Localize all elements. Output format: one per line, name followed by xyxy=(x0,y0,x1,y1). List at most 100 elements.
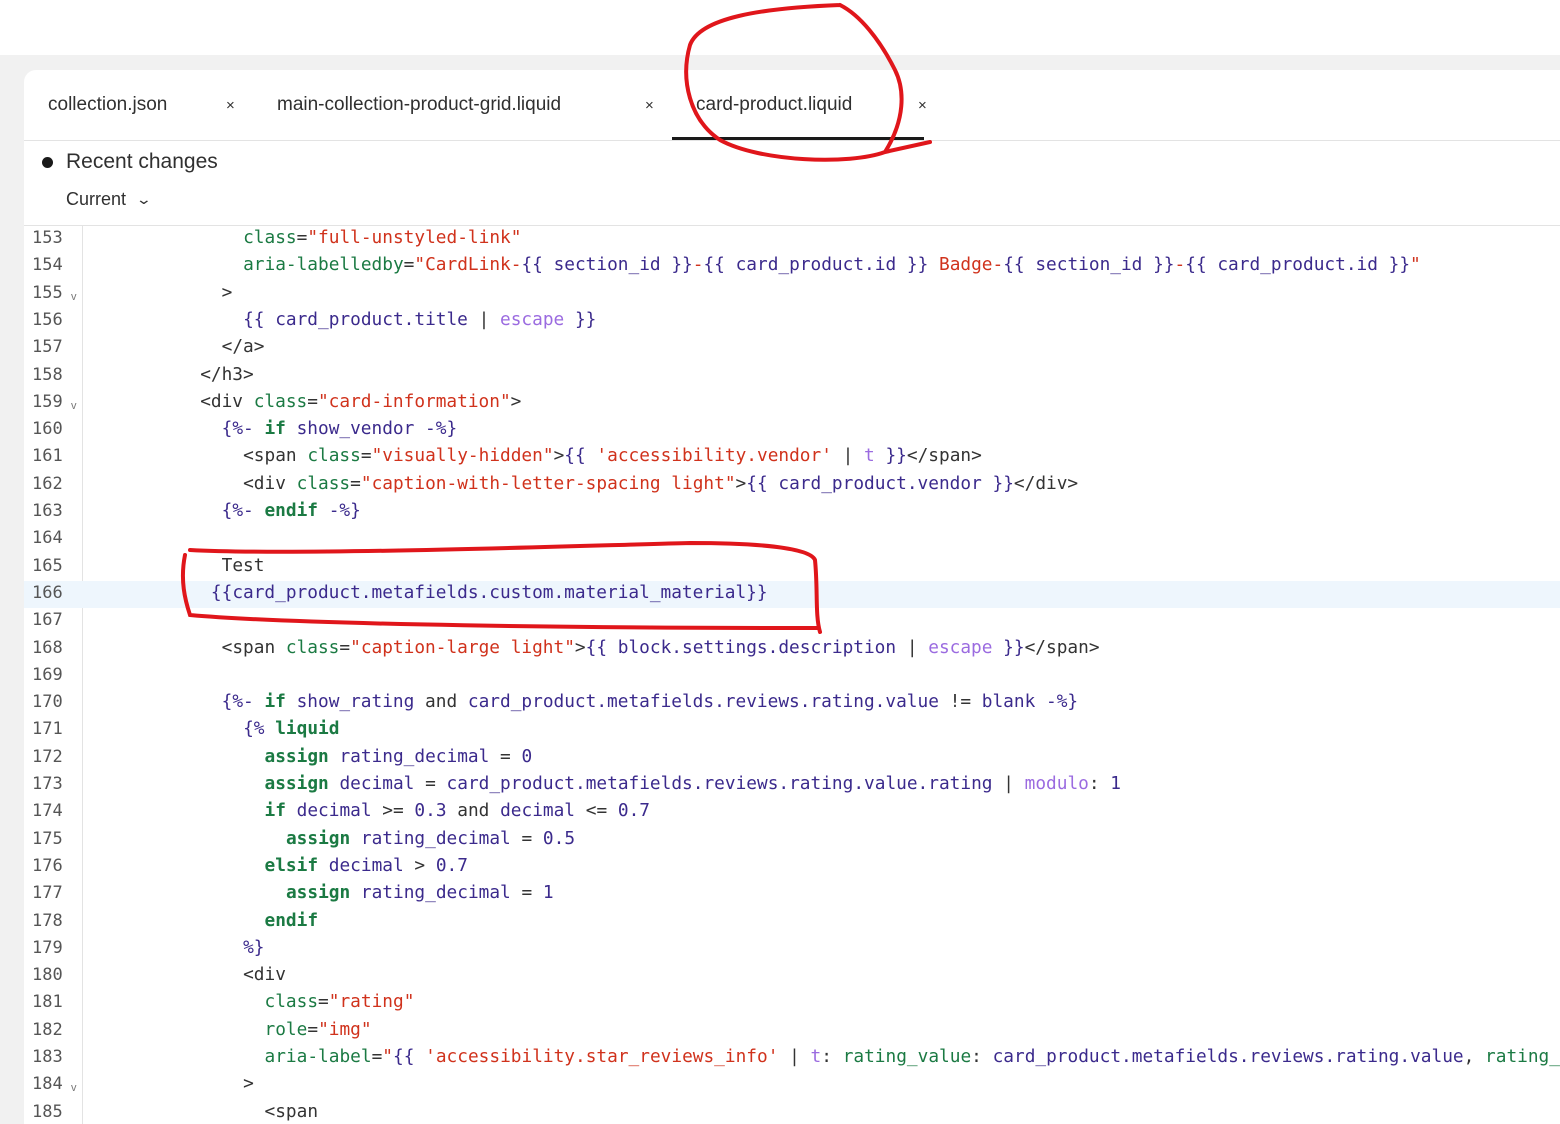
code-line[interactable]: 175 assign rating_decimal = 0.5 xyxy=(24,827,1560,854)
code-text: , xyxy=(1463,1046,1486,1067)
code-line[interactable]: 178 endif xyxy=(24,909,1560,936)
code-line[interactable]: 180 <div xyxy=(24,963,1560,990)
code-string: "full-unstyled-link" xyxy=(307,227,522,248)
code-line[interactable]: 184 v > xyxy=(24,1072,1560,1099)
code-content: {%- if show_vendor -%} xyxy=(222,418,458,439)
line-number: 169 xyxy=(32,664,63,685)
code-content: {% liquid xyxy=(243,718,339,739)
code-variable: -%} xyxy=(317,500,361,521)
close-icon[interactable]: × xyxy=(226,97,235,114)
code-line[interactable]: 158 </h3> xyxy=(24,363,1560,390)
code-keyword: endif xyxy=(264,909,319,931)
code-text: != xyxy=(949,691,972,713)
code-line[interactable]: 173 assign decimal = card_product.metafie… xyxy=(24,772,1560,799)
code-variable: {{ xyxy=(564,445,597,467)
code-keyword: assign xyxy=(285,882,351,904)
line-number: 157 xyxy=(32,337,63,358)
code-line[interactable]: 169 xyxy=(24,663,1560,690)
code-attribute: class xyxy=(307,445,361,467)
code-keyword: elsif xyxy=(264,854,319,876)
code-line[interactable]: 168 <span class="caption-large light">{{ … xyxy=(24,636,1560,663)
code-line[interactable]: 163 {%- endif -%} xyxy=(24,499,1560,526)
tab-collection-json[interactable]: collection.json × xyxy=(48,70,235,140)
code-content: </a> xyxy=(222,336,265,357)
code-variable: {% xyxy=(243,718,276,740)
code-text: >= xyxy=(382,800,415,822)
code-text: </a> xyxy=(221,336,265,358)
code-variable: {{ xyxy=(393,1046,426,1067)
code-text: > xyxy=(221,281,233,303)
code-attribute: class xyxy=(264,991,319,1013)
code-line[interactable]: 182 role="img" xyxy=(24,1018,1560,1045)
code-line[interactable]: 177 assign rating_decimal = 1 xyxy=(24,881,1560,908)
code-content: <div class="card-information"> xyxy=(200,391,521,412)
code-text: </span> xyxy=(906,445,982,467)
code-keyword: liquid xyxy=(275,718,340,740)
code-line[interactable]: 162 <div class="caption-with-letter-spaci… xyxy=(24,472,1560,499)
line-number: 156 xyxy=(32,309,63,330)
line-number: 155 xyxy=(32,282,63,303)
version-select[interactable]: Current ⌄ xyxy=(66,189,152,210)
code-text: = xyxy=(521,882,543,904)
code-text: <= xyxy=(585,800,618,822)
code-line[interactable]: 160 {%- if show_vendor -%} xyxy=(24,417,1560,444)
code-line[interactable]: 167 xyxy=(24,608,1560,635)
code-text: and xyxy=(425,691,458,713)
code-editor[interactable]: 153 class="full-unstyled-link" 154 aria-lab… xyxy=(24,225,1560,1124)
code-line[interactable]: 171 {% liquid xyxy=(24,717,1560,744)
code-text: <div xyxy=(243,472,297,494)
code-line[interactable]: 166 {{card_product.metafields.custom.mate… xyxy=(24,580,1560,609)
code-content: if decimal >= 0.3 and decimal <= 0.7 xyxy=(265,800,650,821)
code-content: {{card_product.metafields.custom.materia… xyxy=(211,582,768,603)
code-line[interactable]: 185 <span xyxy=(24,1100,1560,1124)
recent-changes-heading: Recent changes xyxy=(42,150,218,174)
code-line[interactable]: 174 if decimal >= 0.3 and decimal <= 0.7 xyxy=(24,799,1560,826)
code-variable: {{ card_product.vendor }} xyxy=(746,472,1014,494)
code-attribute: class xyxy=(296,472,351,494)
code-line[interactable]: 181 class="rating" xyxy=(24,990,1560,1017)
code-filter: modulo xyxy=(1024,773,1089,794)
code-text: = xyxy=(318,991,329,1013)
code-line[interactable]: 157 </a> xyxy=(24,335,1560,362)
code-line[interactable]: 153 class="full-unstyled-link" xyxy=(24,226,1560,253)
code-text: : xyxy=(1088,773,1111,794)
code-variable: {{ section_id }} xyxy=(521,254,693,276)
code-content: assign decimal = card_product.metafields… xyxy=(265,773,1121,794)
code-line[interactable]: 155 v > xyxy=(24,281,1560,308)
code-number: 0.5 xyxy=(542,827,576,849)
code-string: "rating" xyxy=(328,991,415,1013)
code-text: = xyxy=(296,227,308,248)
code-string: - xyxy=(692,254,704,276)
fold-chevron-icon[interactable]: v xyxy=(71,1082,77,1094)
code-text: > xyxy=(574,636,586,658)
code-line[interactable]: 183 aria-label="{{ 'accessibility.star_re… xyxy=(24,1045,1560,1072)
code-variable: %} xyxy=(243,936,265,958)
tab-label: main-collection-product-grid.liquid xyxy=(277,94,562,115)
line-number: 170 xyxy=(32,692,63,713)
code-line[interactable]: 159 v <div class="card-information"> xyxy=(24,390,1560,417)
code-text: = xyxy=(403,254,415,276)
tab-main-collection-product-grid[interactable]: main-collection-product-grid.liquid × xyxy=(277,70,654,140)
code-line[interactable]: 165 Test xyxy=(24,554,1560,581)
code-line[interactable]: 176 elsif decimal > 0.7 xyxy=(24,854,1560,881)
code-line[interactable]: 179%} xyxy=(24,936,1560,963)
code-line[interactable]: 172 assign rating_decimal = 0 xyxy=(24,745,1560,772)
code-line[interactable]: 161 <span class="visually-hidden">{{ 'acc… xyxy=(24,444,1560,471)
code-line[interactable]: 154 aria-labelledby="CardLink-{{ section_… xyxy=(24,253,1560,280)
tab-label: collection.json xyxy=(48,94,168,115)
fold-chevron-icon[interactable]: v xyxy=(71,291,77,303)
tab-card-product-liquid[interactable]: card-product.liquid × xyxy=(671,70,927,140)
code-line[interactable]: 170 {%- if show_rating and card_product.m… xyxy=(24,690,1560,717)
code-editor-panel: collection.json × main-collection-produc… xyxy=(24,70,1560,1124)
fold-chevron-icon[interactable]: v xyxy=(71,400,77,412)
code-variable: {{ card_product.id }} xyxy=(703,254,929,276)
line-number: 160 xyxy=(32,419,63,440)
code-line[interactable]: 164 xyxy=(24,526,1560,553)
code-text: </h3> xyxy=(200,363,254,385)
code-string: " xyxy=(382,1046,394,1067)
code-text: </span> xyxy=(1024,636,1100,658)
code-line[interactable]: 156 {{ card_product.title | escape }} xyxy=(24,308,1560,335)
close-icon[interactable]: × xyxy=(918,97,927,114)
status-dot-icon xyxy=(42,156,53,168)
close-icon[interactable]: × xyxy=(645,97,654,114)
